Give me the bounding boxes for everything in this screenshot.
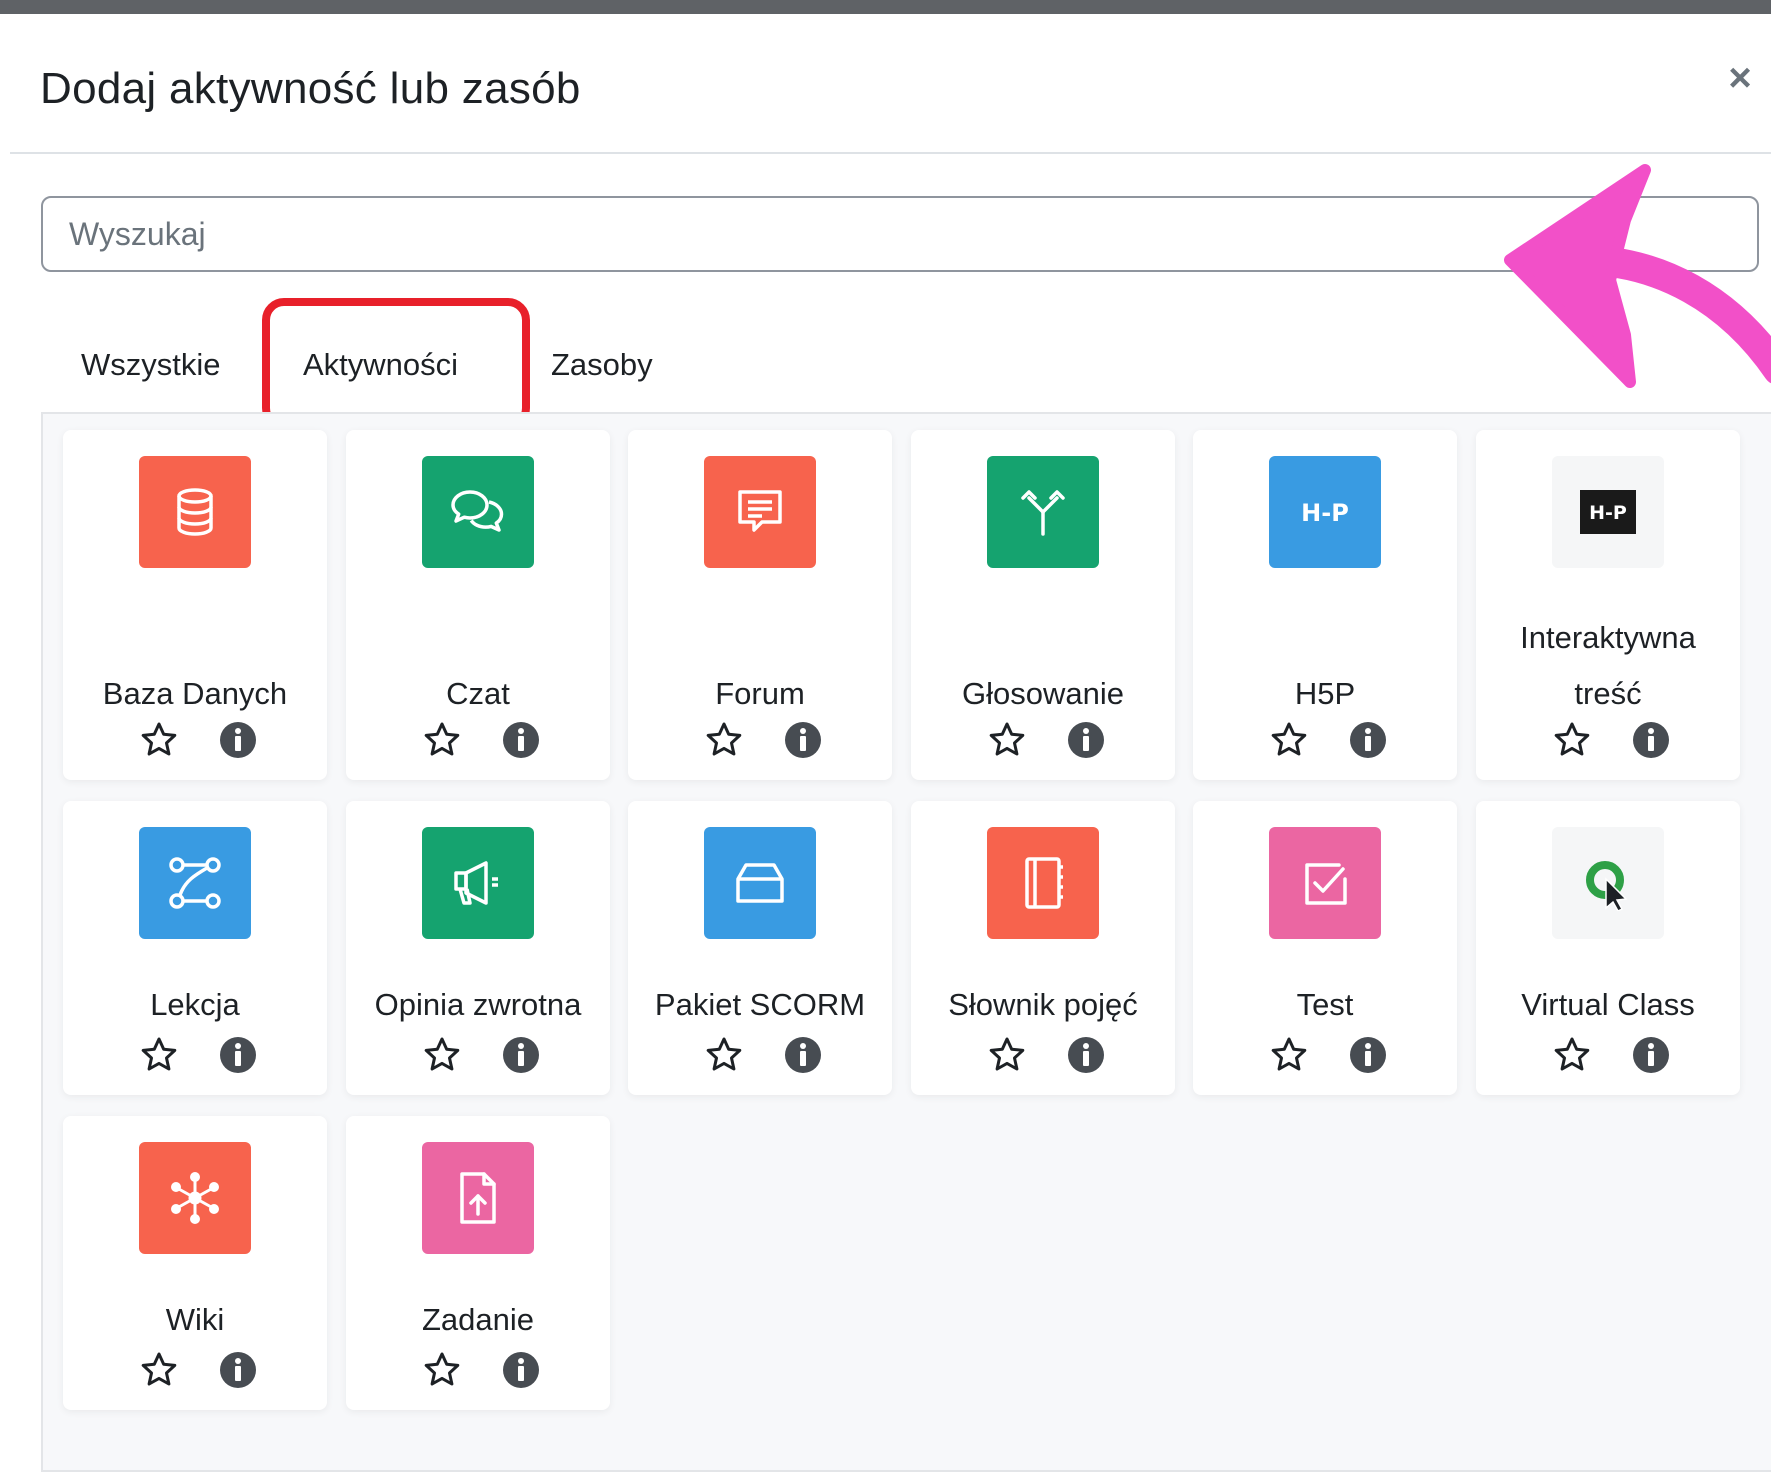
activity-name: Virtual Class bbox=[1521, 987, 1695, 1022]
star-icon[interactable] bbox=[987, 720, 1027, 760]
svg-text:H-P: H-P bbox=[1589, 502, 1627, 524]
info-icon[interactable] bbox=[218, 1350, 258, 1390]
star-icon[interactable] bbox=[139, 1350, 179, 1390]
svg-text:H-P: H-P bbox=[1301, 499, 1349, 527]
info-icon[interactable] bbox=[1348, 720, 1388, 760]
h5p-icon: H-P bbox=[1269, 456, 1381, 568]
activity-name: Lekcja bbox=[150, 987, 240, 1022]
close-button[interactable]: × bbox=[1718, 56, 1762, 100]
wiki-icon bbox=[139, 1142, 251, 1254]
star-icon[interactable] bbox=[422, 1350, 462, 1390]
info-icon[interactable] bbox=[218, 720, 258, 760]
activity-card-virtual-class[interactable]: Virtual Class bbox=[1476, 801, 1740, 1095]
activity-card-chat[interactable]: Czat bbox=[346, 430, 610, 780]
activity-card-glossary[interactable]: Słownik pojęć bbox=[911, 801, 1175, 1095]
activity-name-line1: Interaktywna bbox=[1520, 620, 1696, 655]
search-input[interactable] bbox=[41, 196, 1759, 272]
quiz-icon bbox=[1269, 827, 1381, 939]
modal-title: Dodaj aktywność lub zasób bbox=[40, 64, 581, 113]
star-icon[interactable] bbox=[1269, 720, 1309, 760]
activity-name: Forum bbox=[715, 676, 805, 711]
forum-icon bbox=[704, 456, 816, 568]
activity-name: Opinia zwrotna bbox=[374, 987, 582, 1022]
activity-name: Pakiet SCORM bbox=[654, 987, 866, 1022]
chat-icon bbox=[422, 456, 534, 568]
tab-resources[interactable]: Zasoby bbox=[551, 320, 653, 410]
h5p-interactive-icon: H-P bbox=[1552, 456, 1664, 568]
activity-card-quiz[interactable]: Test bbox=[1193, 801, 1457, 1095]
activity-name-line2: treść bbox=[1574, 676, 1642, 711]
info-icon[interactable] bbox=[218, 1035, 258, 1075]
virtual-class-icon bbox=[1552, 827, 1664, 939]
info-icon[interactable] bbox=[501, 1035, 541, 1075]
window-top-bar bbox=[0, 0, 1771, 14]
activity-card-choice[interactable]: Głosowanie bbox=[911, 430, 1175, 780]
activity-card-feedback[interactable]: Opinia zwrotna bbox=[346, 801, 610, 1095]
tab-activities[interactable]: Aktywności bbox=[303, 320, 458, 410]
activity-name: Wiki bbox=[165, 1302, 225, 1337]
activity-card-h5p[interactable]: H-P H5P bbox=[1193, 430, 1457, 780]
star-icon[interactable] bbox=[1552, 720, 1592, 760]
database-icon bbox=[139, 456, 251, 568]
info-icon[interactable] bbox=[1631, 1035, 1671, 1075]
activity-card-database[interactable]: Baza Danych bbox=[63, 430, 327, 780]
activity-card-interactive-content[interactable]: H-P Interaktywna treść bbox=[1476, 430, 1740, 780]
info-icon[interactable] bbox=[1631, 720, 1671, 760]
star-icon[interactable] bbox=[1552, 1035, 1592, 1075]
info-icon[interactable] bbox=[1348, 1035, 1388, 1075]
activity-name: Głosowanie bbox=[962, 676, 1124, 711]
category-tabs: Wszystkie Aktywności Zasoby bbox=[41, 320, 1759, 410]
modal-header: Dodaj aktywność lub zasób bbox=[10, 14, 1771, 154]
activity-name: Baza Danych bbox=[102, 676, 288, 711]
star-icon[interactable] bbox=[139, 1035, 179, 1075]
tab-all[interactable]: Wszystkie bbox=[81, 320, 221, 410]
activity-card-scorm[interactable]: Pakiet SCORM bbox=[628, 801, 892, 1095]
star-icon[interactable] bbox=[422, 1035, 462, 1075]
info-icon[interactable] bbox=[783, 720, 823, 760]
activity-name: H5P bbox=[1294, 676, 1356, 711]
activity-card-wiki[interactable]: Wiki bbox=[63, 1116, 327, 1410]
activity-grid: Baza Danych Czat Forum Głosowanie H-P H5… bbox=[41, 412, 1771, 1472]
activity-card-assignment[interactable]: Zadanie bbox=[346, 1116, 610, 1410]
glossary-icon bbox=[987, 827, 1099, 939]
star-icon[interactable] bbox=[139, 720, 179, 760]
activity-card-forum[interactable]: Forum bbox=[628, 430, 892, 780]
activity-name: Słownik pojęć bbox=[948, 987, 1138, 1022]
info-icon[interactable] bbox=[1066, 720, 1106, 760]
star-icon[interactable] bbox=[1269, 1035, 1309, 1075]
scorm-package-icon bbox=[704, 827, 816, 939]
activity-name: Test bbox=[1296, 987, 1354, 1022]
star-icon[interactable] bbox=[704, 720, 744, 760]
feedback-icon bbox=[422, 827, 534, 939]
choice-icon bbox=[987, 456, 1099, 568]
star-icon[interactable] bbox=[987, 1035, 1027, 1075]
info-icon[interactable] bbox=[1066, 1035, 1106, 1075]
lesson-icon bbox=[139, 827, 251, 939]
star-icon[interactable] bbox=[422, 720, 462, 760]
info-icon[interactable] bbox=[501, 1350, 541, 1390]
activity-card-lesson[interactable]: Lekcja bbox=[63, 801, 327, 1095]
info-icon[interactable] bbox=[501, 720, 541, 760]
info-icon[interactable] bbox=[783, 1035, 823, 1075]
star-icon[interactable] bbox=[704, 1035, 744, 1075]
activity-name: Czat bbox=[446, 676, 510, 711]
activity-name: Zadanie bbox=[421, 1302, 535, 1337]
assignment-icon bbox=[422, 1142, 534, 1254]
